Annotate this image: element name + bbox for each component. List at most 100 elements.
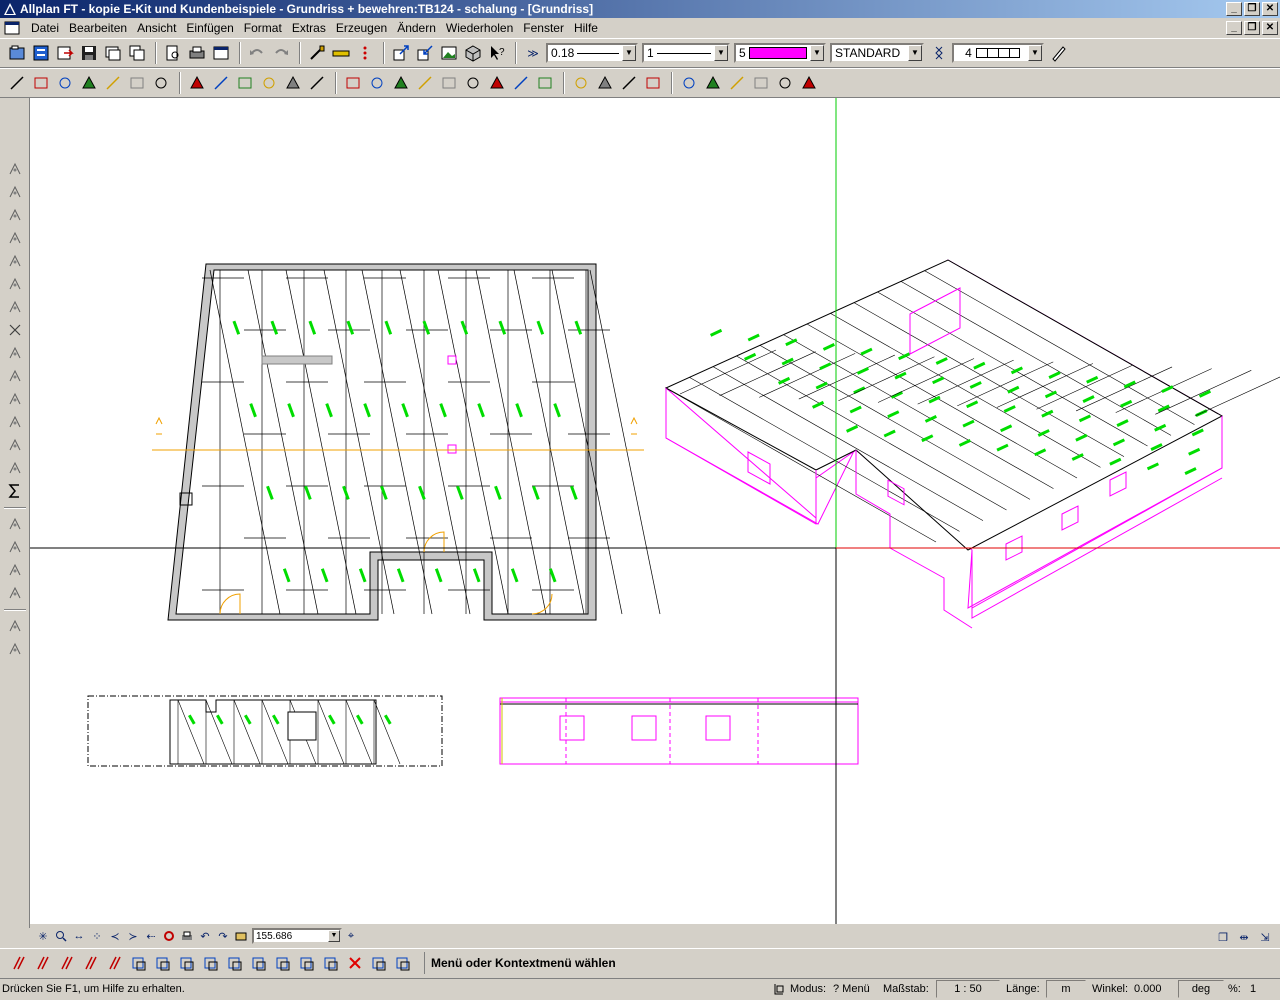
line-2-button[interactable] bbox=[210, 72, 232, 94]
layer-settings-button[interactable] bbox=[928, 42, 950, 64]
hatch-button[interactable] bbox=[126, 72, 148, 94]
point-button[interactable] bbox=[306, 72, 328, 94]
isometric-view[interactable] bbox=[664, 259, 1280, 629]
swap-button[interactable] bbox=[320, 952, 342, 974]
line-type-combo[interactable]: 1 ▼ bbox=[642, 43, 730, 63]
pen-thickness-combo[interactable]: 0.18 ▼ bbox=[546, 43, 638, 63]
mesh-cut-button[interactable] bbox=[104, 952, 126, 974]
window-tool-button[interactable] bbox=[510, 72, 532, 94]
line-button[interactable] bbox=[6, 72, 28, 94]
wall-button[interactable] bbox=[342, 72, 364, 94]
menu-einfuegen[interactable]: Einfügen bbox=[181, 18, 238, 38]
select-filter-button[interactable] bbox=[4, 615, 26, 637]
open-view-button[interactable] bbox=[232, 927, 250, 945]
pan-left-button[interactable]: ≺ bbox=[106, 927, 124, 945]
view-all-button[interactable]: ✳ bbox=[34, 927, 52, 945]
door-button[interactable] bbox=[534, 72, 556, 94]
refresh-button[interactable] bbox=[750, 72, 772, 94]
redo-button[interactable] bbox=[270, 42, 292, 64]
open-project-button[interactable] bbox=[6, 42, 28, 64]
number-one-button[interactable] bbox=[798, 72, 820, 94]
doc-close-button[interactable]: ✕ bbox=[1262, 21, 1278, 35]
pan-right-button[interactable]: ≻ bbox=[124, 927, 142, 945]
help-pointer-button[interactable]: ? bbox=[486, 42, 508, 64]
doc-minimize-button[interactable]: _ bbox=[1226, 21, 1242, 35]
pen-button[interactable] bbox=[186, 72, 208, 94]
close-view-button[interactable]: ⇲ bbox=[1256, 928, 1274, 946]
undo-view-button[interactable]: ↶ bbox=[196, 927, 214, 945]
copy-doc-button[interactable] bbox=[176, 952, 198, 974]
move-button[interactable] bbox=[4, 158, 26, 180]
square-button[interactable] bbox=[296, 952, 318, 974]
frame-button[interactable] bbox=[272, 952, 294, 974]
redraw-button[interactable] bbox=[160, 927, 178, 945]
text-button[interactable] bbox=[78, 72, 100, 94]
layer-button[interactable] bbox=[102, 42, 124, 64]
previous-view-button[interactable]: ⇠ bbox=[142, 927, 160, 945]
image-button[interactable] bbox=[438, 42, 460, 64]
pointer-button[interactable] bbox=[368, 952, 390, 974]
menu-hilfe[interactable]: Hilfe bbox=[569, 18, 603, 38]
open-file-button[interactable] bbox=[30, 42, 52, 64]
stamp-button[interactable] bbox=[392, 952, 414, 974]
color-combo[interactable]: 5 ▼ bbox=[734, 43, 826, 63]
angle-unit[interactable]: deg bbox=[1178, 980, 1224, 998]
menu-aendern[interactable]: Ändern bbox=[392, 18, 441, 38]
print-button[interactable] bbox=[186, 42, 208, 64]
length-unit[interactable]: m bbox=[1046, 980, 1086, 998]
stack-button[interactable] bbox=[248, 952, 270, 974]
mirror-button[interactable] bbox=[4, 227, 26, 249]
brush-button[interactable] bbox=[306, 42, 328, 64]
fill-button[interactable] bbox=[150, 72, 172, 94]
mirror-bar-button[interactable] bbox=[128, 952, 150, 974]
fileset-button[interactable] bbox=[54, 42, 76, 64]
menu-datei[interactable]: Datei bbox=[26, 18, 64, 38]
menu-ansicht[interactable]: Ansicht bbox=[132, 18, 181, 38]
snap-button[interactable] bbox=[774, 72, 796, 94]
section-view-right[interactable] bbox=[499, 697, 859, 765]
layer-combo[interactable]: STANDARD ▼ bbox=[830, 43, 924, 63]
triangle-button[interactable] bbox=[152, 952, 174, 974]
delete-x-button[interactable] bbox=[344, 952, 366, 974]
measure-button[interactable] bbox=[330, 42, 352, 64]
layer-move-button[interactable] bbox=[224, 952, 246, 974]
snap-point-button[interactable] bbox=[4, 434, 26, 456]
window-button[interactable] bbox=[210, 42, 232, 64]
zoom-area-button[interactable] bbox=[702, 72, 724, 94]
spline-button[interactable] bbox=[54, 72, 76, 94]
doc-restore-button[interactable]: ❐ bbox=[1244, 21, 1260, 35]
rebar-button[interactable] bbox=[618, 72, 640, 94]
toolbar-expand-button[interactable]: ≫ bbox=[522, 42, 544, 64]
label-button[interactable] bbox=[642, 72, 664, 94]
close-button[interactable]: ✕ bbox=[1262, 2, 1278, 16]
fillet-button[interactable] bbox=[4, 365, 26, 387]
measure-line-button[interactable] bbox=[4, 559, 26, 581]
section-marker-left[interactable] bbox=[155, 416, 163, 435]
scale-button[interactable] bbox=[4, 250, 26, 272]
menu-wiederholen[interactable]: Wiederholen bbox=[441, 18, 518, 38]
copy-button[interactable] bbox=[4, 181, 26, 203]
dimension-button[interactable] bbox=[102, 72, 124, 94]
calculator-button[interactable] bbox=[4, 638, 26, 660]
menu-format[interactable]: Format bbox=[239, 18, 287, 38]
match-button[interactable] bbox=[4, 582, 26, 604]
document-icon[interactable] bbox=[4, 21, 20, 35]
rebar-2-button[interactable] bbox=[32, 952, 54, 974]
bars-button[interactable] bbox=[80, 952, 102, 974]
format-pen-button[interactable] bbox=[1048, 42, 1070, 64]
divide-button[interactable] bbox=[4, 296, 26, 318]
rebar-1-button[interactable] bbox=[8, 952, 30, 974]
intersection-button[interactable] bbox=[4, 457, 26, 479]
export-button[interactable] bbox=[390, 42, 412, 64]
zoom-button[interactable] bbox=[52, 927, 70, 945]
zoom-settings-button[interactable]: ⌖ bbox=[342, 927, 360, 945]
rotate-button[interactable] bbox=[4, 204, 26, 226]
delete-button[interactable] bbox=[4, 319, 26, 341]
scale-value[interactable]: 1 : 50 bbox=[936, 980, 1000, 998]
pan-button[interactable] bbox=[726, 72, 748, 94]
section-marker-right[interactable] bbox=[630, 416, 638, 435]
zoom-region-button[interactable]: ⁘ bbox=[88, 927, 106, 945]
redo-view-button[interactable]: ↷ bbox=[214, 927, 232, 945]
slab-button[interactable] bbox=[414, 72, 436, 94]
grid-button[interactable] bbox=[258, 72, 280, 94]
